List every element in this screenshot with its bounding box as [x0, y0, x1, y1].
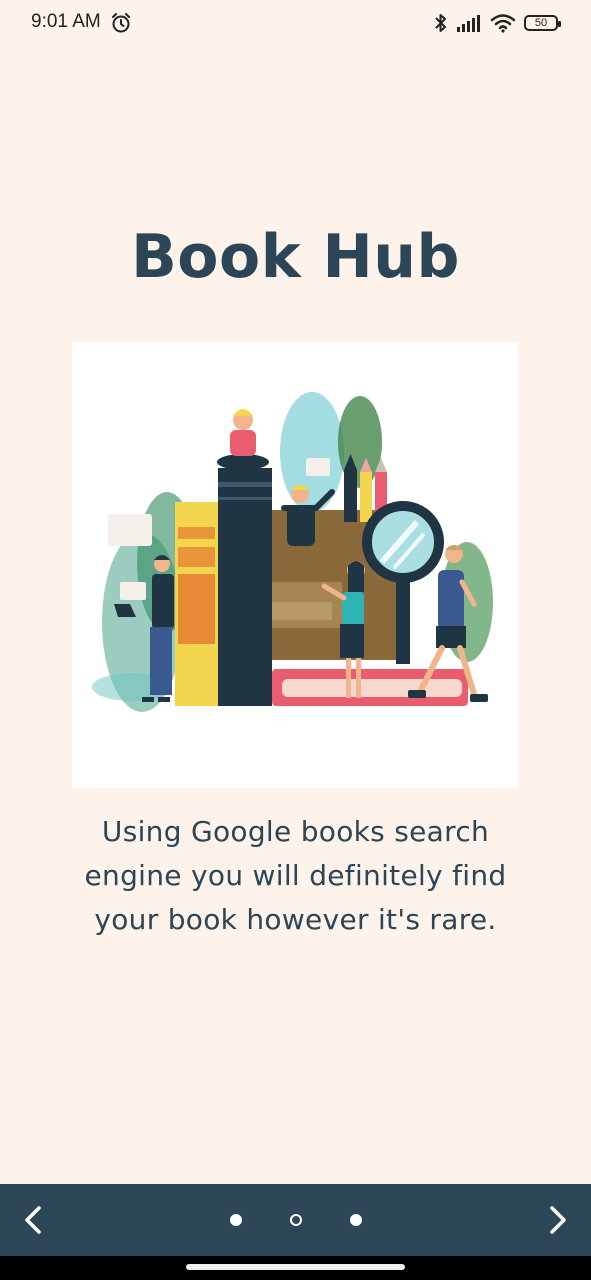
page-dot[interactable] [349, 1214, 362, 1226]
gesture-area [0, 1256, 591, 1280]
alarm-icon [112, 13, 130, 33]
page-indicator [0, 1184, 591, 1256]
status-icons: 50 [434, 12, 561, 34]
onboarding-illustration [72, 342, 518, 788]
page-title: Book Hub [131, 222, 460, 292]
battery-icon: 50 [524, 15, 561, 31]
status-time: 9:01 AM [31, 11, 101, 32]
page-dot[interactable] [229, 1214, 242, 1226]
description-text: Using Google books search engine you wil… [84, 815, 507, 936]
battery-level: 50 [534, 17, 548, 29]
home-indicator[interactable] [186, 1264, 405, 1270]
wifi-icon [490, 14, 516, 33]
chevron-right-icon[interactable] [535, 1198, 579, 1242]
chevron-left-icon[interactable] [12, 1198, 56, 1242]
status-bar: 9:01 AM 50 [0, 0, 591, 46]
page-dot[interactable] [289, 1214, 302, 1226]
bluetooth-icon [435, 14, 446, 32]
bottom-navigation [0, 1184, 591, 1256]
books-reading-people-illustration [92, 392, 493, 712]
signal-icon [457, 15, 480, 32]
